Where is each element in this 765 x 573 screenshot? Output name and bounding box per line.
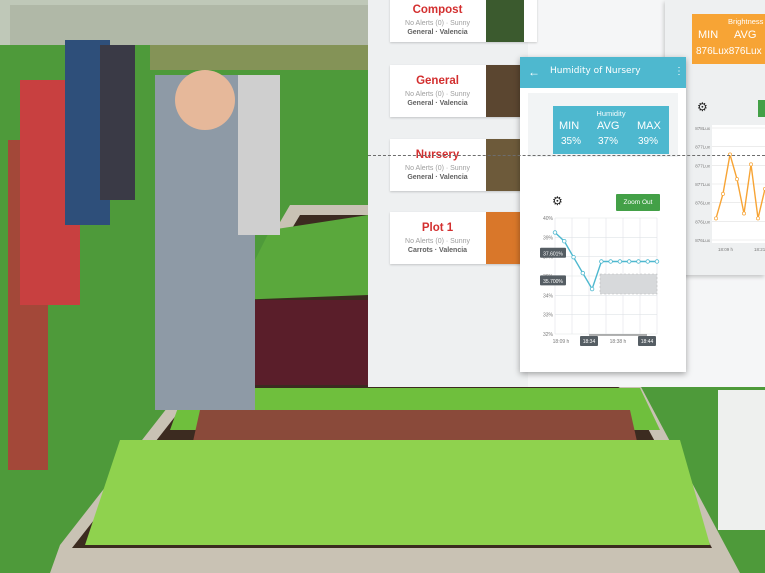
plot-subtitle: Carrots · Valencia <box>407 247 468 254</box>
zoom-out-button[interactable]: Zoom Out <box>616 194 660 211</box>
brightness-zoom-button[interactable] <box>758 100 765 117</box>
min-label: MIN <box>559 120 580 132</box>
plot-status: No Alerts (0) · Sunny <box>405 20 470 27</box>
max-value: 39% <box>638 136 659 147</box>
brightness-values: 876Lux876Lux <box>696 46 762 57</box>
plot-name: General <box>416 75 459 87</box>
plot-thumbnail <box>486 0 524 42</box>
plot-subtitle: General · Valencia <box>407 29 468 36</box>
plot-subtitle: General · Valencia <box>407 174 468 181</box>
screen-title: Humidity of Nursery <box>550 66 641 76</box>
arrow-left-icon[interactable]: ← <box>528 63 542 81</box>
max-label: MAX <box>637 120 661 132</box>
plot-thumbnail <box>486 139 524 191</box>
plot-thumbnail <box>486 65 524 117</box>
app-screenshot-overlay: Compost No Alerts (0) · Sunny General · … <box>368 0 765 387</box>
plot-card-nursery[interactable]: Nursery No Alerts (0) · Sunny General · … <box>390 139 537 191</box>
plot-card-plot-1[interactable]: Plot 1 No Alerts (0) · Sunny Carrots · V… <box>390 212 537 264</box>
plot-name: Compost <box>412 4 463 16</box>
photo-child-center-head <box>175 70 235 130</box>
more-vert-icon[interactable]: ⋮ <box>674 64 684 80</box>
photo-path <box>150 45 370 70</box>
humidity-summary-panel: Humidity MIN AVG MAX 35% 37% 39% <box>528 93 678 157</box>
photo-lettuce-row-2 <box>85 440 710 545</box>
photo-child-right <box>238 75 280 235</box>
photo-bucket <box>718 390 765 530</box>
plot-card-compost[interactable]: Compost No Alerts (0) · Sunny General · … <box>390 0 537 42</box>
avg-value: 37% <box>598 136 619 147</box>
photo-fence <box>10 5 370 45</box>
screenshot-scene: Compost No Alerts (0) · Sunny General · … <box>0 0 765 573</box>
plot-subtitle: General · Valencia <box>407 100 468 107</box>
gear-icon[interactable]: ⚙ <box>552 194 563 208</box>
plot-list-screen: Compost No Alerts (0) · Sunny General · … <box>368 0 537 387</box>
brightness-avg-label: AVG <box>734 29 757 41</box>
brightness-min-label: MIN <box>698 29 719 41</box>
plot-status: No Alerts (0) · Sunny <box>405 238 470 245</box>
humidity-detail-screen: ← Humidity of Nursery ⋮ Humidity MIN AVG… <box>520 57 686 372</box>
plot-card-general[interactable]: General No Alerts (0) · Sunny General · … <box>390 65 537 117</box>
plot-name: Plot 1 <box>421 222 454 234</box>
humidity-caption: Humidity <box>596 109 626 118</box>
gear-icon[interactable]: ⚙ <box>697 100 708 114</box>
brightness-caption: Brightness <box>728 17 764 26</box>
plot-thumbnail <box>486 212 524 264</box>
humidity-stats-box: Humidity MIN AVG MAX 35% 37% 39% <box>553 106 669 154</box>
brightness-stats-box: Brightness MIN AVG 876Lux876Lux <box>692 14 765 64</box>
min-value: 35% <box>561 136 582 147</box>
app-bar: ← Humidity of Nursery ⋮ <box>520 57 686 88</box>
plot-status: No Alerts (0) · Sunny <box>405 91 470 98</box>
avg-label: AVG <box>597 120 620 132</box>
plot-status: No Alerts (0) · Sunny <box>405 165 470 172</box>
photo-child-left-4 <box>100 45 135 200</box>
dashed-guide-line <box>368 155 765 156</box>
